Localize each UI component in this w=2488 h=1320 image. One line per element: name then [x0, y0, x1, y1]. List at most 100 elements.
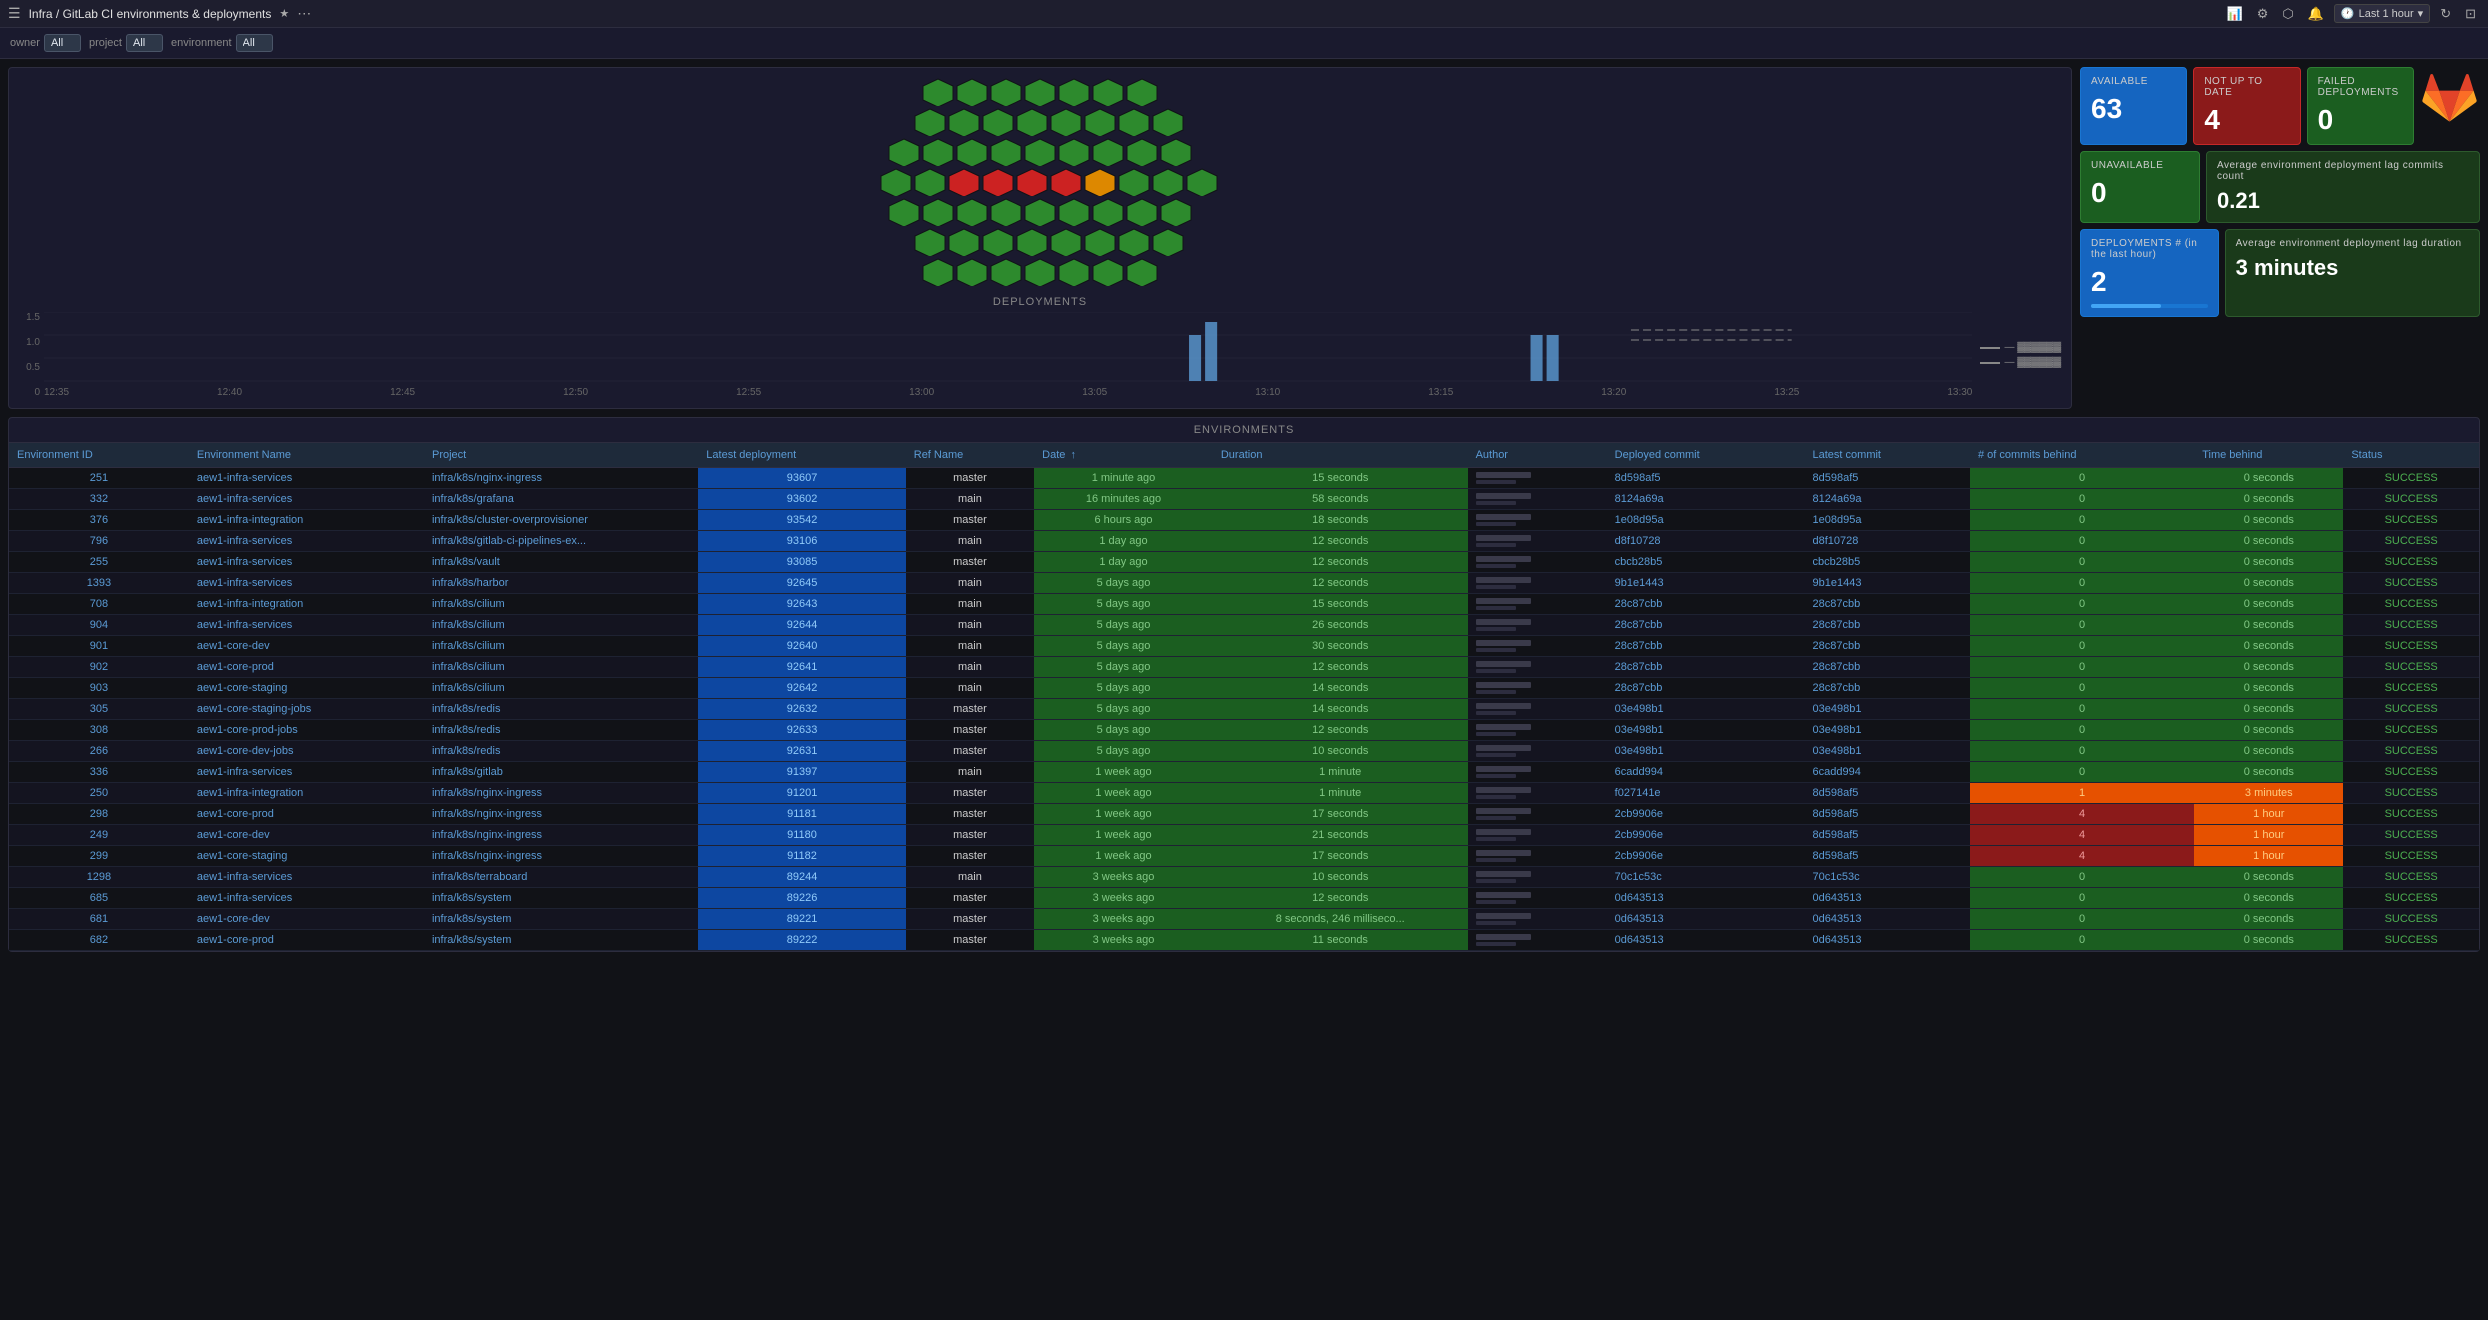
hex-cell[interactable]	[1126, 258, 1158, 286]
hex-cell[interactable]	[1016, 228, 1048, 256]
hex-cell[interactable]	[914, 108, 946, 136]
hex-cell[interactable]	[1118, 108, 1150, 136]
cell-deployment[interactable]: 92633	[698, 720, 905, 741]
time-range-selector[interactable]: 🕐 Last 1 hour ▾	[2334, 4, 2430, 23]
cell-deployment[interactable]: 92645	[698, 573, 905, 594]
hex-cell[interactable]	[888, 198, 920, 226]
cell-deployment[interactable]: 92644	[698, 615, 905, 636]
col-commits-behind[interactable]: # of commits behind	[1970, 443, 2194, 468]
hex-cell[interactable]	[982, 108, 1014, 136]
col-latest-deployment[interactable]: Latest deployment	[698, 443, 905, 468]
hex-cell[interactable]	[1092, 78, 1124, 106]
owner-select[interactable]: All	[44, 34, 81, 52]
col-status[interactable]: Status	[2343, 443, 2479, 468]
col-duration[interactable]: Duration	[1213, 443, 1468, 468]
cell-deployment[interactable]: 93607	[698, 468, 905, 489]
hex-cell[interactable]	[1152, 168, 1184, 196]
cell-deployment[interactable]: 91201	[698, 783, 905, 804]
hex-cell[interactable]	[956, 258, 988, 286]
hex-cell[interactable]	[922, 138, 954, 166]
hex-cell[interactable]	[1024, 138, 1056, 166]
hex-cell[interactable]	[1126, 198, 1158, 226]
col-time-behind[interactable]: Time behind	[2194, 443, 2343, 468]
share-icon[interactable]: ⋯	[297, 5, 311, 22]
project-select[interactable]: All	[126, 34, 163, 52]
hex-cell[interactable]	[990, 138, 1022, 166]
hex-cell[interactable]	[1024, 258, 1056, 286]
cell-deployment[interactable]: 91180	[698, 825, 905, 846]
hex-cell[interactable]	[1058, 138, 1090, 166]
hex-cell[interactable]	[1016, 168, 1048, 196]
hex-cell[interactable]	[888, 138, 920, 166]
hex-cell[interactable]	[1084, 168, 1116, 196]
hex-cell[interactable]	[1152, 228, 1184, 256]
hex-cell[interactable]	[1186, 168, 1218, 196]
hex-cell[interactable]	[990, 78, 1022, 106]
hex-cell[interactable]	[956, 198, 988, 226]
hex-cell[interactable]	[1050, 168, 1082, 196]
hex-cell[interactable]	[956, 78, 988, 106]
col-env-name[interactable]: Environment Name	[189, 443, 424, 468]
hex-cell[interactable]	[1016, 108, 1048, 136]
col-project[interactable]: Project	[424, 443, 698, 468]
col-author[interactable]: Author	[1468, 443, 1607, 468]
hex-cell[interactable]	[1058, 198, 1090, 226]
cell-deployment[interactable]: 89226	[698, 888, 905, 909]
hex-cell[interactable]	[1084, 108, 1116, 136]
hex-cell[interactable]	[1058, 258, 1090, 286]
refresh-icon[interactable]: ↻	[2436, 4, 2455, 24]
hex-cell[interactable]	[1118, 168, 1150, 196]
cell-deployment[interactable]: 91182	[698, 846, 905, 867]
col-latest-commit[interactable]: Latest commit	[1805, 443, 1970, 468]
cell-deployment[interactable]: 93106	[698, 531, 905, 552]
share2-icon[interactable]: ⬡	[2278, 4, 2297, 24]
cell-deployment[interactable]: 93542	[698, 510, 905, 531]
cell-deployment[interactable]: 92640	[698, 636, 905, 657]
chart-icon[interactable]: 📊	[2223, 4, 2247, 24]
hex-cell[interactable]	[1126, 138, 1158, 166]
hex-cell[interactable]	[1092, 138, 1124, 166]
cell-deployment[interactable]: 89221	[698, 909, 905, 930]
hex-cell[interactable]	[1084, 228, 1116, 256]
hex-cell[interactable]	[1160, 138, 1192, 166]
settings-icon[interactable]: ⚙	[2253, 4, 2273, 24]
hex-cell[interactable]	[1118, 228, 1150, 256]
hex-cell[interactable]	[948, 228, 980, 256]
cell-deployment[interactable]: 92641	[698, 657, 905, 678]
hex-cell[interactable]	[982, 228, 1014, 256]
hex-cell[interactable]	[914, 168, 946, 196]
hex-cell[interactable]	[948, 108, 980, 136]
hex-cell[interactable]	[1058, 78, 1090, 106]
hex-cell[interactable]	[1024, 198, 1056, 226]
hex-cell[interactable]	[1152, 108, 1184, 136]
hex-cell[interactable]	[956, 138, 988, 166]
cell-deployment[interactable]: 89244	[698, 867, 905, 888]
hex-cell[interactable]	[948, 168, 980, 196]
hex-cell[interactable]	[880, 168, 912, 196]
hex-cell[interactable]	[982, 168, 1014, 196]
cell-deployment[interactable]: 92632	[698, 699, 905, 720]
environment-select[interactable]: All	[236, 34, 273, 52]
col-env-id[interactable]: Environment ID	[9, 443, 189, 468]
hex-cell[interactable]	[922, 258, 954, 286]
cell-deployment[interactable]: 92643	[698, 594, 905, 615]
hex-cell[interactable]	[1024, 78, 1056, 106]
hex-cell[interactable]	[1050, 228, 1082, 256]
cell-deployment[interactable]: 93085	[698, 552, 905, 573]
hex-cell[interactable]	[1160, 198, 1192, 226]
star-icon[interactable]: ★	[279, 7, 289, 20]
cell-deployment[interactable]: 91397	[698, 762, 905, 783]
cell-deployment[interactable]: 92631	[698, 741, 905, 762]
bell-icon[interactable]: 🔔	[2304, 4, 2328, 24]
cell-deployment[interactable]: 92642	[698, 678, 905, 699]
cell-deployment[interactable]: 93602	[698, 489, 905, 510]
cell-deployment[interactable]: 89222	[698, 930, 905, 951]
zoom-icon[interactable]: ⊡	[2461, 4, 2480, 24]
hex-cell[interactable]	[914, 228, 946, 256]
hex-cell[interactable]	[1092, 258, 1124, 286]
col-ref-name[interactable]: Ref Name	[906, 443, 1034, 468]
cell-deployment[interactable]: 91181	[698, 804, 905, 825]
col-deployed-commit[interactable]: Deployed commit	[1607, 443, 1805, 468]
hex-cell[interactable]	[1092, 198, 1124, 226]
hex-cell[interactable]	[922, 198, 954, 226]
